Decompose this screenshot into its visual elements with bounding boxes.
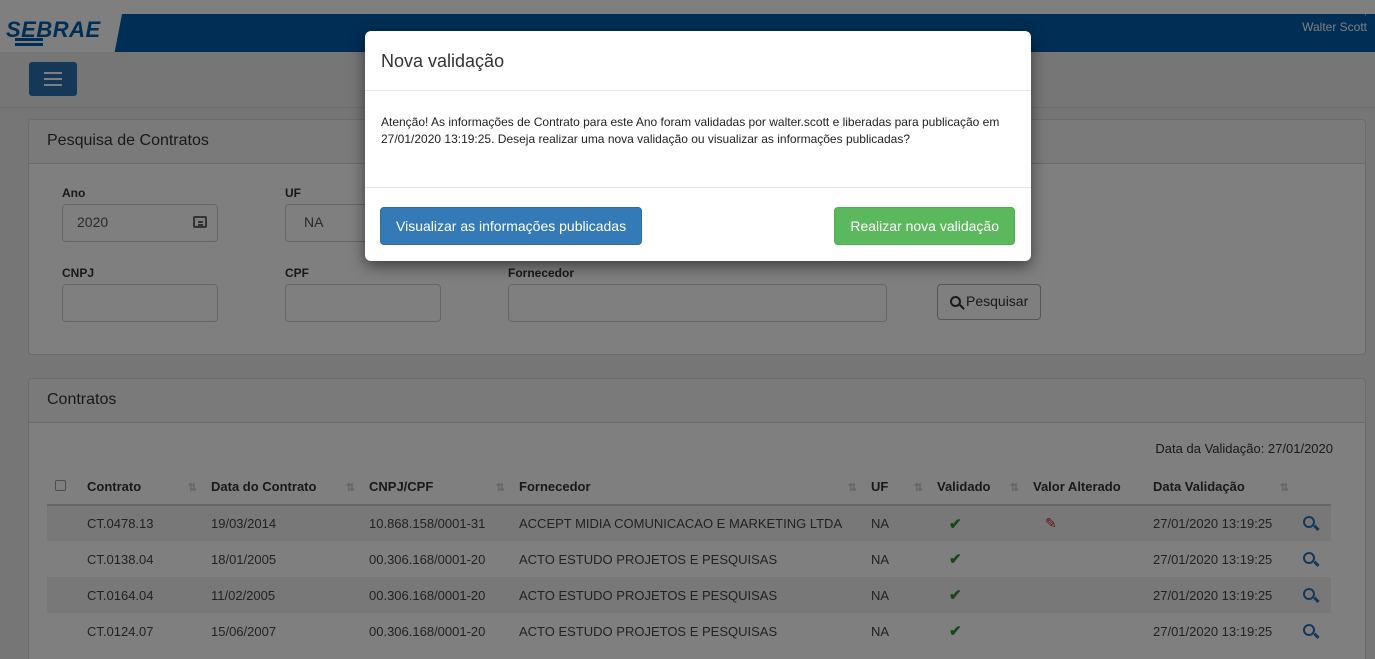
new-validation-button[interactable]: Realizar nova validação bbox=[834, 207, 1015, 245]
validation-modal: Nova validação Atenção! As informações d… bbox=[365, 31, 1031, 261]
modal-title: Nova validação bbox=[365, 31, 1031, 91]
modal-message: Atenção! As informações de Contrato para… bbox=[365, 91, 1031, 188]
view-published-button[interactable]: Visualizar as informações publicadas bbox=[380, 207, 643, 245]
